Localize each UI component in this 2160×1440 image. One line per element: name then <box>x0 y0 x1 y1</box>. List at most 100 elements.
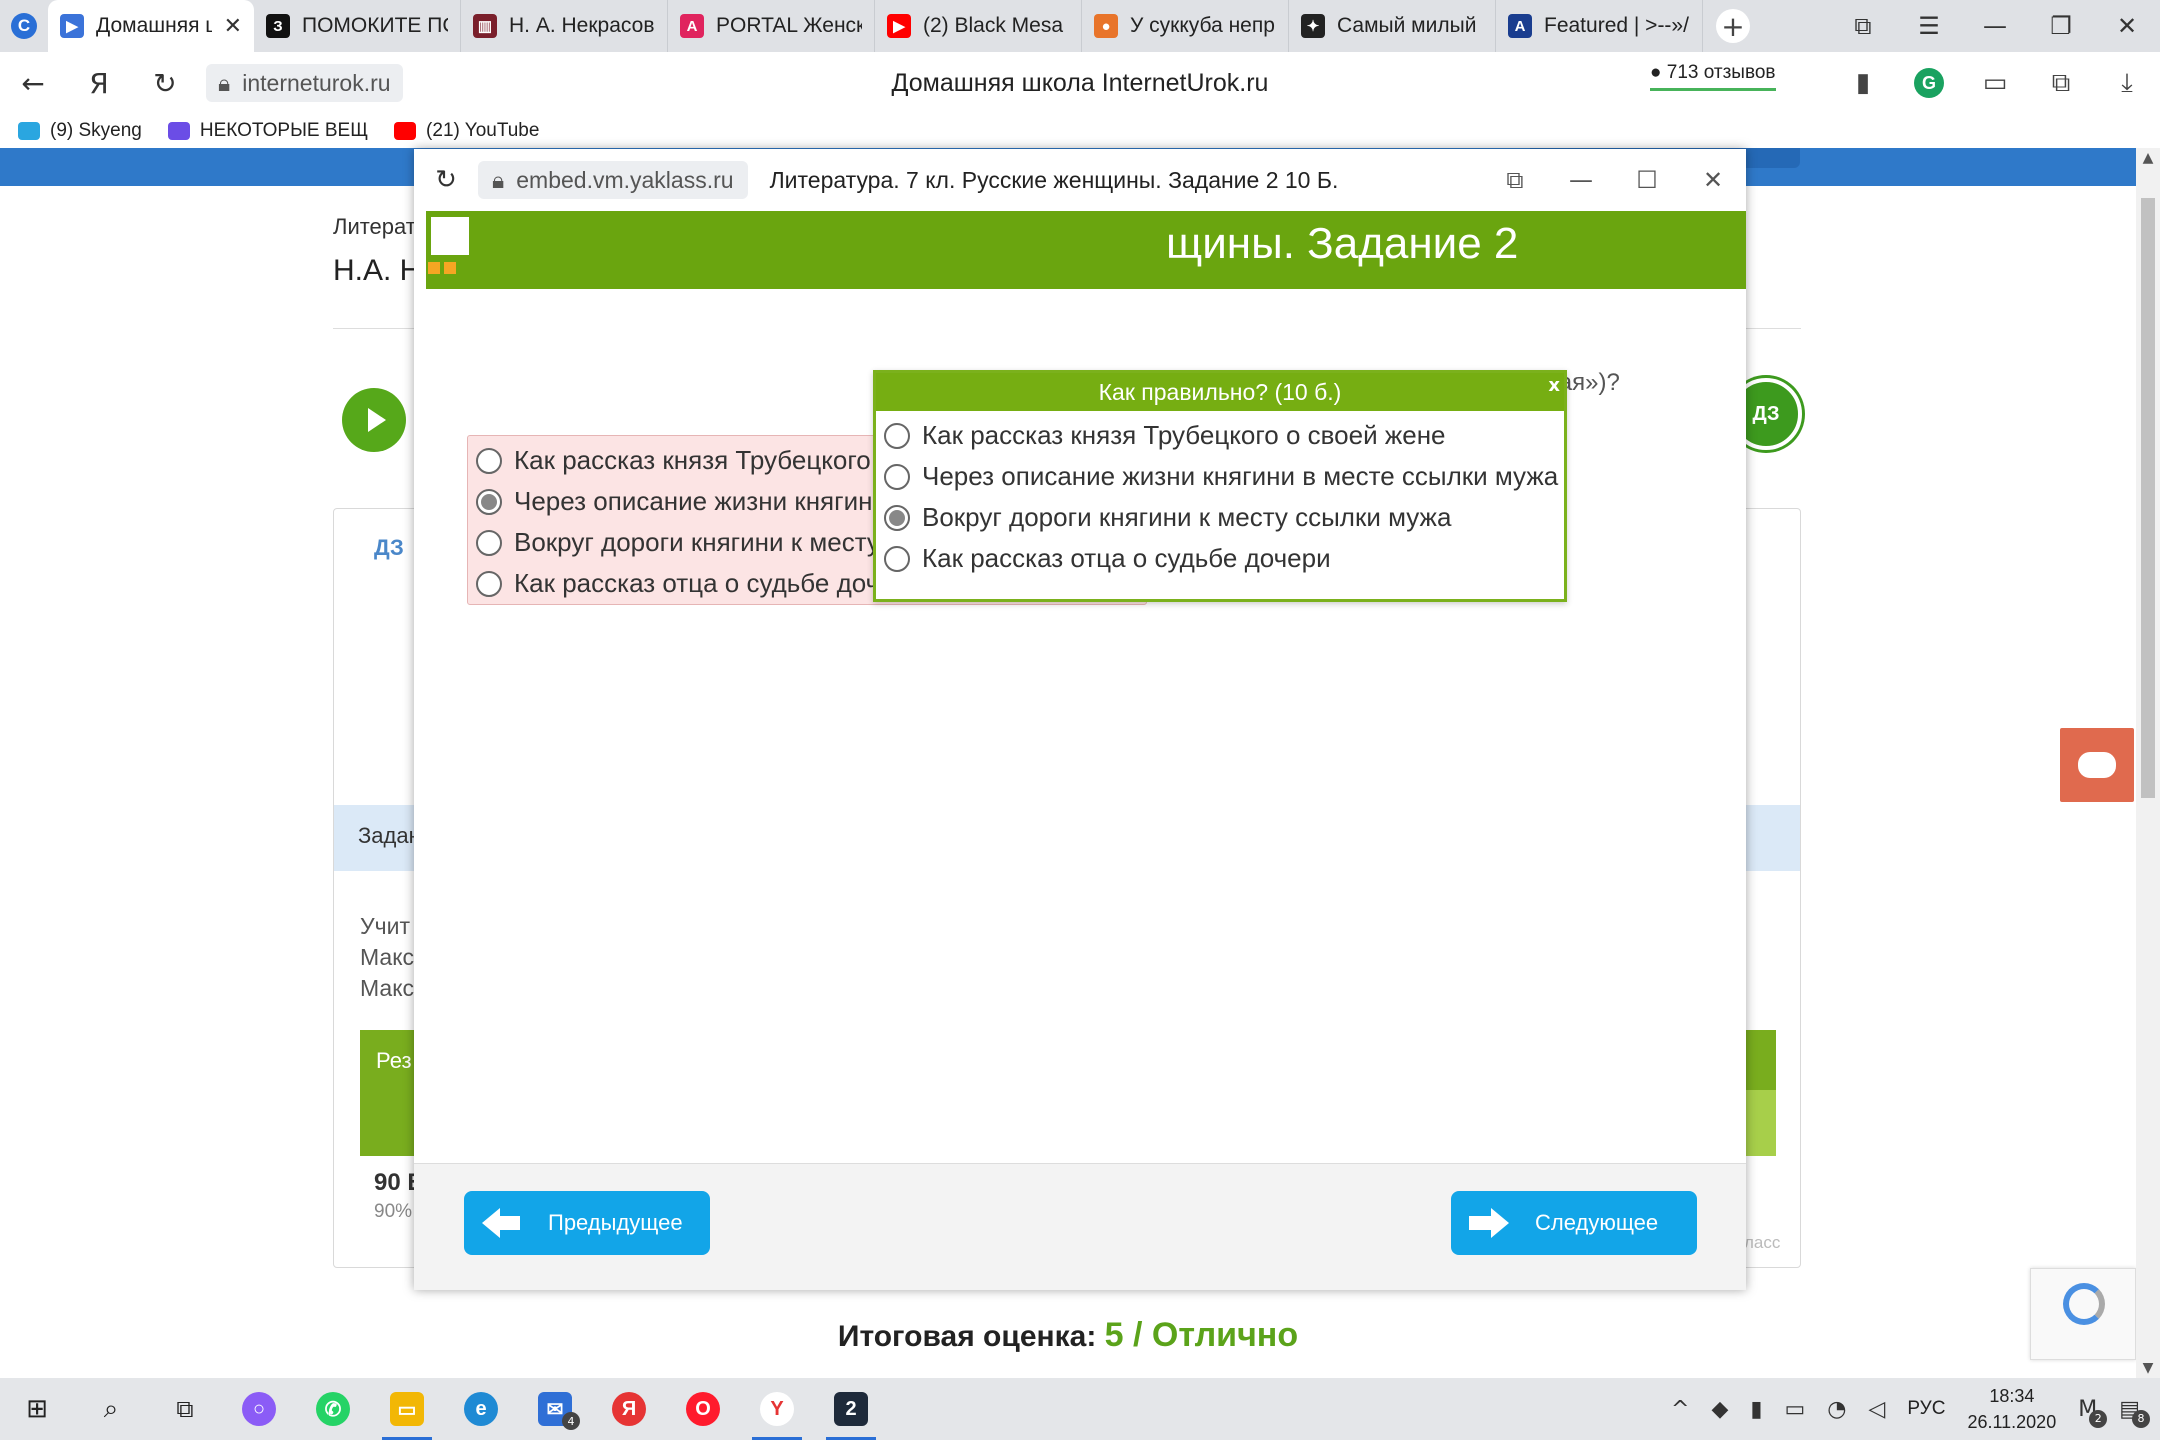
radio-empty-icon[interactable] <box>884 422 910 449</box>
search-button[interactable]: ⌕ <box>74 1378 148 1440</box>
clock-date: 26.11.2020 <box>1967 1412 2057 1432</box>
radio-checked-icon[interactable] <box>884 504 910 531</box>
taskbar-explorer[interactable]: ▭ <box>370 1378 444 1440</box>
browser-logo[interactable]: C <box>0 0 48 52</box>
clock[interactable]: 18:34 26.11.2020 <box>1967 1383 2056 1435</box>
tab-close-icon[interactable]: ✕ <box>224 13 242 39</box>
taskbar-opera[interactable]: O <box>666 1378 740 1440</box>
browser-tab[interactable]: З ПОМОКИТЕ ПС <box>254 0 461 52</box>
taskbar-mail[interactable]: ✉ 4 <box>518 1378 592 1440</box>
reload-button[interactable]: ↻ <box>132 67 198 100</box>
maximize-icon[interactable]: ☐ <box>1614 166 1680 194</box>
browser-logo-icon: C <box>11 13 37 39</box>
vpn-icon[interactable]: ◆ <box>1711 1397 1728 1422</box>
volume-icon[interactable]: ◁ <box>1868 1397 1885 1422</box>
embed-reload-button[interactable]: ↻ <box>414 165 478 195</box>
yaklass-mark: ласс <box>1744 1233 1781 1252</box>
chevron-up-icon[interactable]: ^ <box>1671 1397 1689 1422</box>
bookmarks-panel-icon[interactable]: ⧉ <box>1830 12 1896 40</box>
embed-url-field[interactable]: 🔒︎ embed.vm.yaklass.ru <box>478 161 748 199</box>
bookmark-icon[interactable]: ▮ <box>1830 68 1896 98</box>
taskbar-yandex-browser[interactable]: Y <box>740 1378 814 1440</box>
browser-tab[interactable]: ▶ (2) Black Mesa Г <box>875 0 1082 52</box>
meet-now-icon[interactable]: M2 <box>2078 1397 2108 1428</box>
start-button[interactable]: ⊞ <box>0 1378 74 1440</box>
taskbar-alice[interactable]: ○ <box>222 1378 296 1440</box>
bookmark-item[interactable]: (9) Skyeng <box>18 120 142 142</box>
extensions-icon[interactable]: ⧉ <box>2028 68 2094 99</box>
browser-tab[interactable]: ▶ Домашняя ш ✕ <box>48 0 254 52</box>
bookmark-item[interactable]: НЕКОТОРЫЕ ВЕЩ <box>167 120 368 142</box>
reviews-text: 713 отзывов <box>1666 62 1776 83</box>
new-tab-button[interactable]: + <box>1703 0 1763 52</box>
answer-option[interactable]: Через описание жизни княгини в месте ссы… <box>876 456 1564 497</box>
play-video-button[interactable] <box>342 388 406 452</box>
opera-icon: O <box>686 1392 720 1426</box>
radio-empty-icon[interactable] <box>884 545 910 572</box>
open-in-tab-icon[interactable]: ⧉ <box>1482 166 1548 194</box>
restore-icon[interactable]: ❐ <box>2028 12 2094 40</box>
breadcrumb[interactable]: Литерат <box>333 214 416 240</box>
back-button[interactable]: ← <box>0 67 66 100</box>
yandex-button[interactable]: Я <box>66 67 132 100</box>
next-label: Следующее <box>1535 1210 1659 1235</box>
tab-favicon-icon: ▶ <box>60 14 84 38</box>
notifications-badge: 8 <box>2132 1409 2150 1428</box>
radio-empty-icon[interactable] <box>476 529 502 556</box>
next-button[interactable]: Следующее <box>1451 1191 1697 1255</box>
radio-empty-icon[interactable] <box>476 447 502 474</box>
language-indicator[interactable]: РУС <box>1907 1398 1945 1420</box>
popup-header: Как правильно? (10 б.) x <box>876 373 1564 411</box>
bookmark-item[interactable]: (21) YouTube <box>394 120 539 142</box>
taskbar-edge[interactable]: e <box>444 1378 518 1440</box>
final-grade-value: 5 / Отлично <box>1104 1316 1299 1354</box>
menu-icon[interactable]: ☰ <box>1896 12 1962 40</box>
microphone-icon[interactable]: ▮ <box>1750 1397 1762 1422</box>
battery-icon[interactable]: ▭ <box>1962 68 2028 98</box>
scroll-thumb[interactable] <box>2141 198 2155 798</box>
close-icon[interactable]: ✕ <box>2094 12 2160 40</box>
download-icon[interactable]: ⤓ <box>2094 68 2160 99</box>
browser-tab[interactable]: ▥ Н. А. Некрасов <box>461 0 668 52</box>
radio-empty-icon[interactable] <box>884 463 910 490</box>
url-field[interactable]: 🔒︎ interneturok.ru <box>206 64 403 102</box>
reviews-link[interactable]: ● 713 отзывов <box>1650 62 1776 91</box>
page-scrollbar[interactable]: ▲ ▼ <box>2136 148 2160 1378</box>
browser-tab[interactable]: ● У суккуба непр <box>1082 0 1289 52</box>
browser-tab[interactable]: A PORTAL Женск <box>668 0 875 52</box>
radio-empty-icon[interactable] <box>476 570 502 597</box>
homework-tab[interactable]: ДЗ <box>374 535 404 561</box>
chat-button[interactable] <box>2060 728 2134 802</box>
scroll-down-icon[interactable]: ▼ <box>2136 1360 2160 1376</box>
scroll-up-icon[interactable]: ▲ <box>2136 150 2160 166</box>
answer-option[interactable]: Как рассказ отца о судьбе дочери <box>876 538 1564 579</box>
url-text: interneturok.ru <box>242 69 391 96</box>
taskbar-yandex[interactable]: Я <box>592 1378 666 1440</box>
recaptcha-badge[interactable] <box>2030 1268 2136 1360</box>
task-view-button[interactable]: ⧉ <box>148 1378 222 1440</box>
tab-title: У суккуба непр <box>1130 14 1275 37</box>
tab-favicon-icon: З <box>266 14 290 38</box>
bookmark-favicon-icon <box>167 122 190 140</box>
answer-text: Через описание жизни княгини в месте ссы… <box>922 461 1559 491</box>
previous-button[interactable]: Предыдущее <box>464 1191 710 1255</box>
tab-title: (2) Black Mesa Г <box>923 14 1069 37</box>
battery-icon[interactable]: ▭ <box>1784 1397 1805 1422</box>
answer-option[interactable]: Вокруг дороги княгини к месту ссылки муж… <box>876 497 1564 538</box>
arrow-right-icon <box>1469 1208 1509 1238</box>
browser-tab[interactable]: ✦ Самый милый <box>1289 0 1496 52</box>
minimize-icon[interactable]: — <box>1962 12 2028 40</box>
result-label: Рез <box>376 1048 412 1073</box>
answer-option[interactable]: Как рассказ князя Трубецкого о своей жен… <box>876 415 1564 456</box>
wifi-icon[interactable]: ◔ <box>1827 1397 1846 1422</box>
close-icon[interactable]: ✕ <box>1680 166 1746 194</box>
app-icon: 2 <box>834 1392 868 1426</box>
taskbar-app[interactable]: 2 <box>814 1378 888 1440</box>
taskbar-whatsapp[interactable]: ✆ <box>296 1378 370 1440</box>
grammarly-icon[interactable]: G <box>1914 68 1944 98</box>
notifications-icon[interactable]: ▤ 8 <box>2119 1397 2150 1428</box>
popup-close-button[interactable]: x <box>1548 375 1560 396</box>
minimize-icon[interactable]: — <box>1548 166 1614 194</box>
radio-checked-icon[interactable] <box>476 488 502 515</box>
browser-tab[interactable]: A Featured | >--»/ <box>1496 0 1703 52</box>
